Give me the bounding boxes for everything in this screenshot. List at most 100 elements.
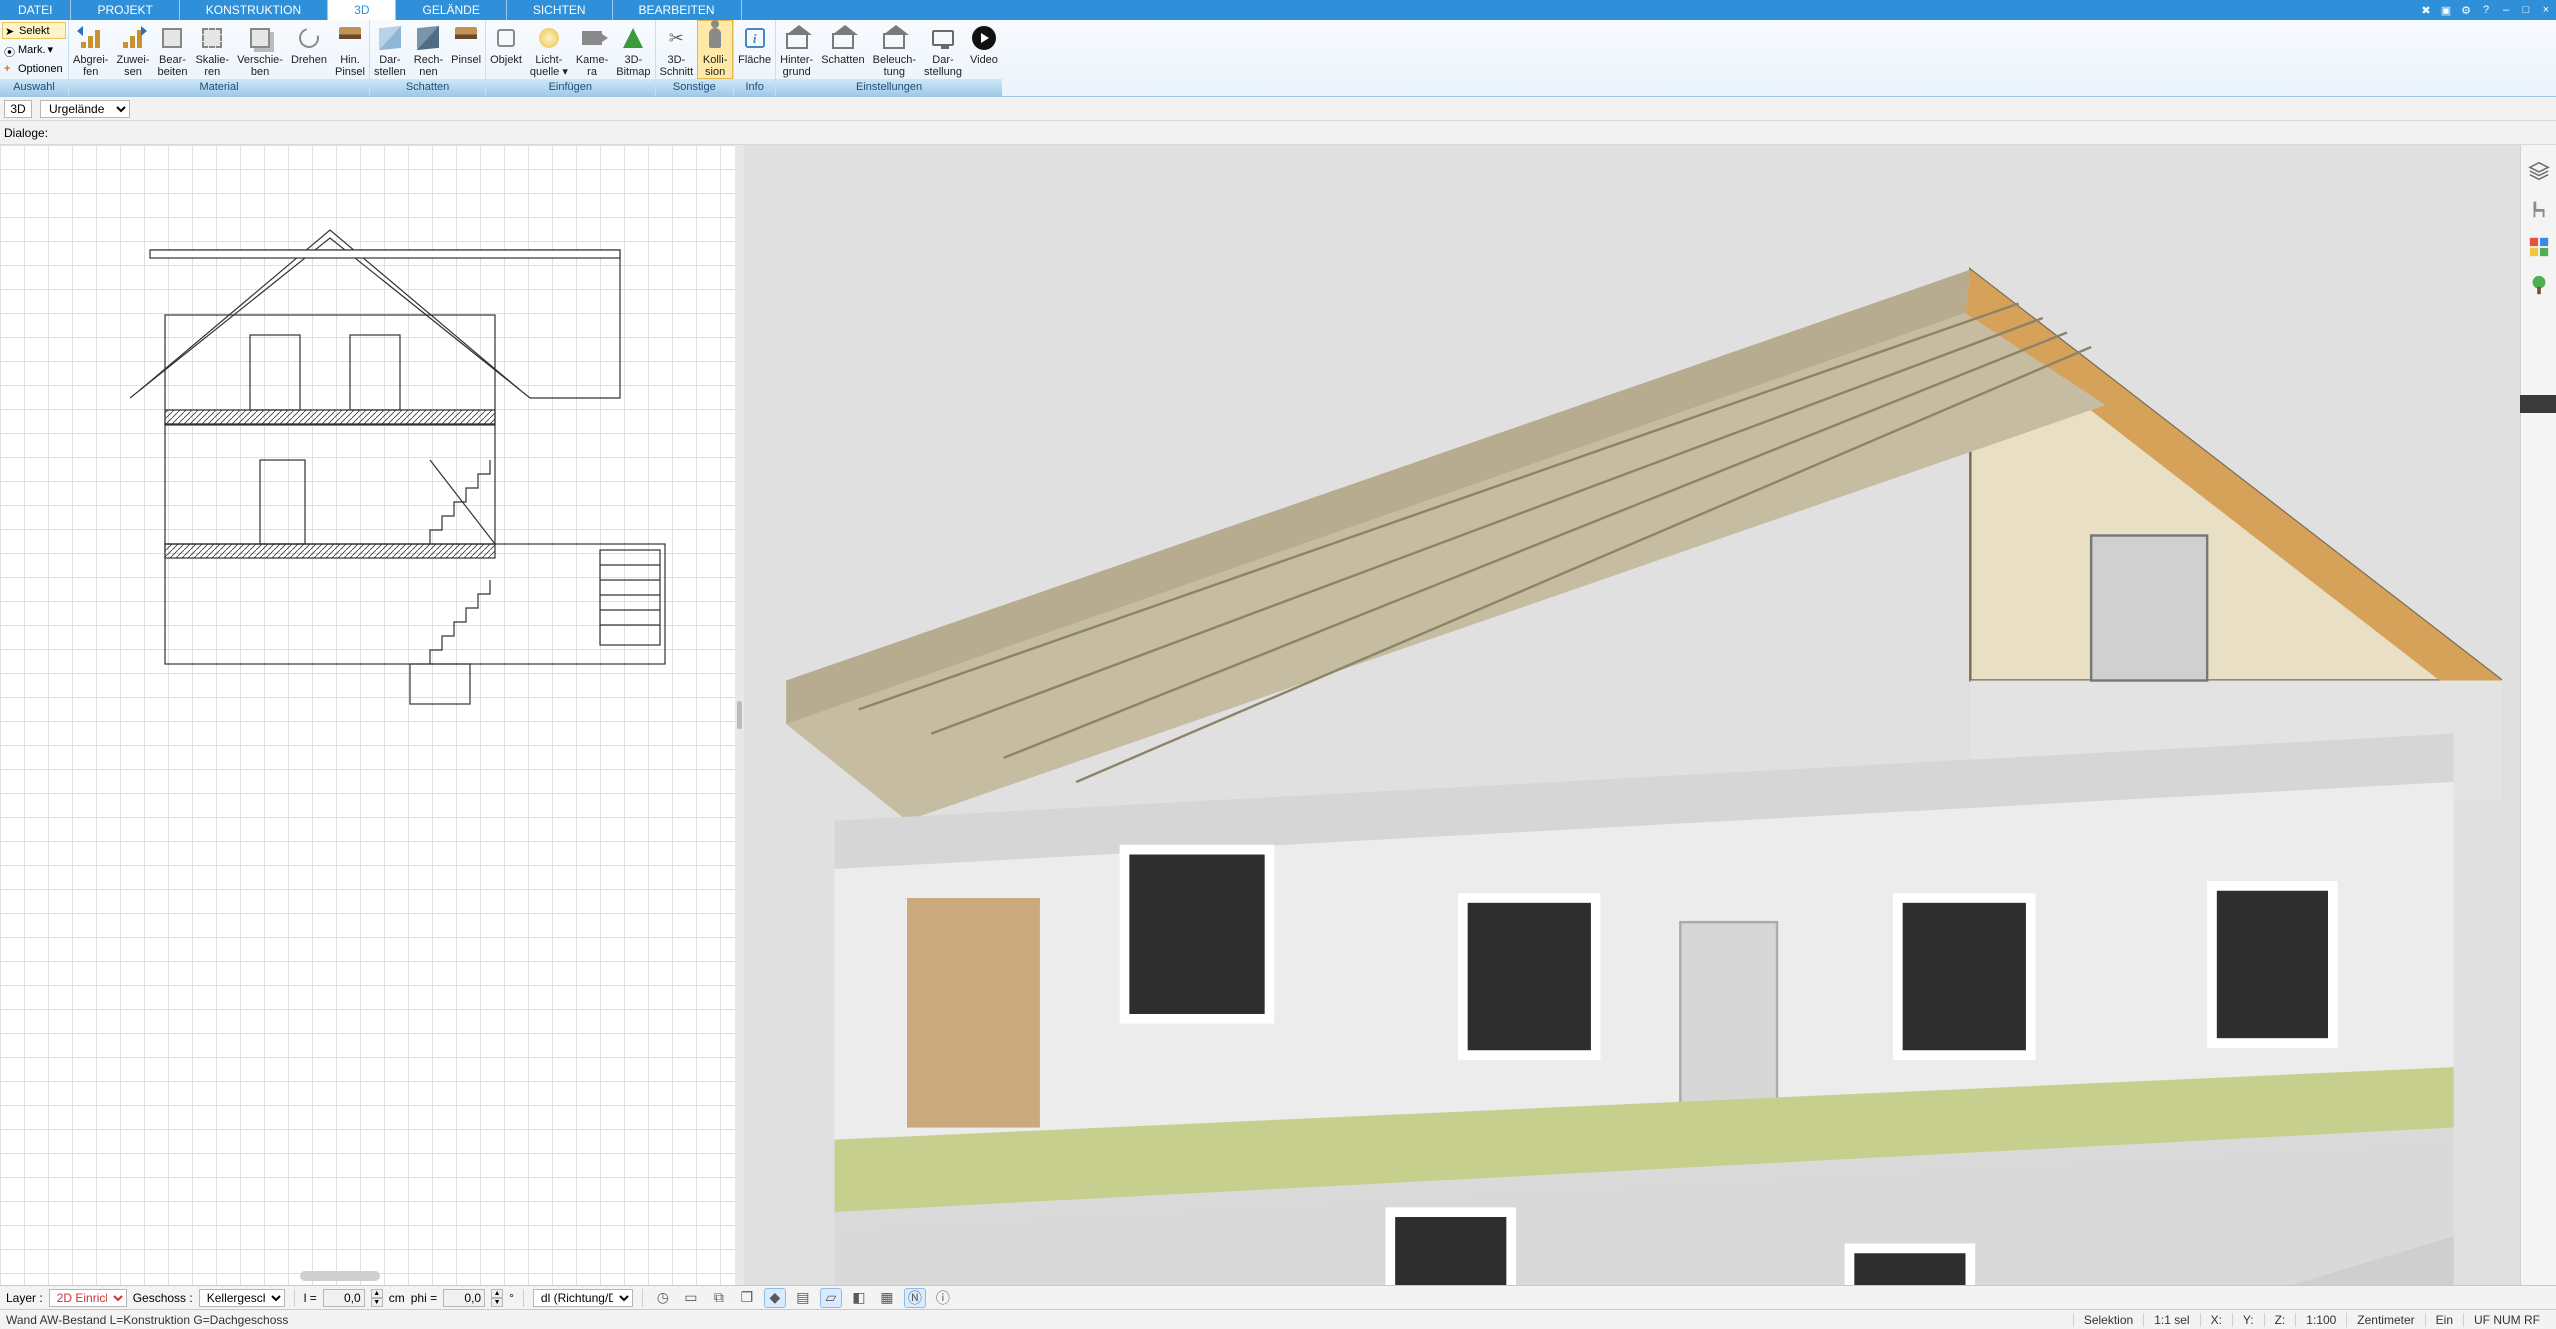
menu-tab-gelaende[interactable]: GELÄNDE	[396, 0, 506, 20]
menu-tab-3d[interactable]: 3D	[328, 0, 396, 20]
layers-icon[interactable]	[2527, 159, 2551, 183]
hinpinsel-button[interactable]: Hin. Pinsel	[331, 20, 369, 79]
bearbeiten-label: Bear- beiten	[157, 54, 187, 78]
hinpinsel-icon	[336, 24, 364, 52]
cursor-icon: ➤	[5, 25, 17, 37]
lichtquelle-button[interactable]: Licht- quelle ▾	[526, 20, 572, 79]
3d-view[interactable]	[744, 145, 2520, 1285]
toolbar-icon-3[interactable]: ⚙	[2456, 0, 2476, 20]
close-button[interactable]: ×	[2536, 0, 2556, 20]
hinpinsel-label: Hin. Pinsel	[335, 54, 365, 78]
ribbon-group-material: Material	[69, 79, 369, 96]
drehen-label: Drehen	[291, 54, 327, 66]
copy-icon[interactable]: ❐	[736, 1288, 758, 1308]
house-3d-render	[762, 173, 2502, 1285]
menu-tab-bearbeiten[interactable]: BEARBEITEN	[613, 0, 742, 20]
l-input[interactable]	[323, 1289, 365, 1307]
zuweisen-label: Zuwei- sen	[116, 54, 149, 78]
mark-label: Mark.	[18, 44, 46, 56]
group-icon[interactable]: ⧉	[708, 1288, 730, 1308]
plane-icon[interactable]: ▱	[820, 1288, 842, 1308]
hintergrund-button[interactable]: Hinter- grund	[776, 20, 817, 79]
stack-icon[interactable]: ▤	[792, 1288, 814, 1308]
2d-scrollbar[interactable]	[300, 1271, 380, 1281]
north-icon[interactable]: Ⓝ	[904, 1288, 926, 1308]
phi-spinner[interactable]: ▲▼	[491, 1289, 503, 1307]
menu-tab-konstruktion[interactable]: KONSTRUKTION	[180, 0, 328, 20]
beleuchtung-label: Beleuch- tung	[873, 54, 916, 78]
l-label: l =	[304, 1291, 317, 1305]
schatten-button[interactable]: Schatten	[817, 20, 868, 79]
ribbon-group-sonstige: Sonstige	[656, 79, 734, 96]
side-drawer-handle[interactable]	[2520, 395, 2556, 413]
beleuchtung-button[interactable]: Beleuch- tung	[869, 20, 920, 79]
bitmap3d-label: 3D- Bitmap	[616, 54, 650, 78]
bitmap3d-button[interactable]: 3D- Bitmap	[612, 20, 654, 79]
drehen-button[interactable]: Drehen	[287, 20, 331, 79]
maximize-button[interactable]: □	[2516, 0, 2536, 20]
kollision-button[interactable]: Kolli- sion	[697, 20, 733, 79]
geschoss-select[interactable]: Kellergesch	[199, 1289, 285, 1307]
mark-tool[interactable]: ⦿ Mark. ▾	[2, 41, 66, 58]
info-icon[interactable]: ⓘ	[932, 1288, 954, 1308]
flaeche-button[interactable]: iFläche	[734, 20, 775, 79]
dialoge-label: Dialoge:	[4, 126, 48, 140]
phi-input[interactable]	[443, 1289, 485, 1307]
schnitt3d-button[interactable]: ✂3D- Schnitt	[656, 20, 698, 79]
geschoss-label: Geschoss :	[133, 1291, 193, 1305]
bearbeiten-button[interactable]: Bear- beiten	[153, 20, 191, 79]
diamond-icon[interactable]: ◆	[764, 1288, 786, 1308]
video-button[interactable]: Video	[966, 20, 1002, 79]
skalieren-icon	[198, 24, 226, 52]
rechnen-button[interactable]: Rech- nen	[410, 20, 447, 79]
palette-icon[interactable]	[2527, 235, 2551, 259]
skalieren-button[interactable]: Skalie- ren	[191, 20, 233, 79]
dl-select[interactable]: dl (Richtung/Di	[533, 1289, 633, 1307]
darstellung-label: Dar- stellung	[924, 54, 962, 78]
rechnen-icon	[414, 24, 442, 52]
layer-select[interactable]: 2D Einricht	[49, 1289, 127, 1307]
menu-tab-datei[interactable]: DATEI	[0, 0, 71, 20]
grid-icon[interactable]: ▦	[876, 1288, 898, 1308]
zuweisen-button[interactable]: Zuwei- sen	[112, 20, 153, 79]
verschieben-icon	[246, 24, 274, 52]
cube-icon[interactable]: ◧	[848, 1288, 870, 1308]
menu-tab-sichten[interactable]: SICHTEN	[507, 0, 613, 20]
chair-icon[interactable]	[2527, 197, 2551, 221]
chevron-down-icon: ▾	[48, 43, 54, 56]
darstellung-button[interactable]: Dar- stellung	[920, 20, 966, 79]
help-icon[interactable]: ?	[2476, 0, 2496, 20]
ribbon-group-schatten: Schatten	[370, 79, 485, 96]
layer-label: Layer :	[6, 1291, 43, 1305]
toolbar-icon-2[interactable]: ▣	[2436, 0, 2456, 20]
kamera-button[interactable]: Kame- ra	[572, 20, 612, 79]
toolbar-icon-1[interactable]: ✖	[2416, 0, 2436, 20]
l-unit: cm	[389, 1291, 405, 1305]
darstellen-button[interactable]: Dar- stellen	[370, 20, 410, 79]
objekt-button[interactable]: Objekt	[486, 20, 526, 79]
menu-tab-projekt[interactable]: PROJEKT	[71, 0, 179, 20]
window-icon[interactable]: ▭	[680, 1288, 702, 1308]
status-unit: Zentimeter	[2346, 1313, 2424, 1327]
darstellen-icon	[376, 24, 404, 52]
pinsel-button[interactable]: Pinsel	[447, 20, 485, 79]
phi-label: phi =	[411, 1291, 437, 1305]
flaeche-label: Fläche	[738, 54, 771, 66]
clock-icon[interactable]: ◷	[652, 1288, 674, 1308]
tree-icon[interactable]	[2527, 273, 2551, 297]
select-tool[interactable]: ➤ Selekt	[2, 22, 66, 39]
2d-section-view[interactable]	[0, 145, 735, 1285]
verschieben-button[interactable]: Verschie- ben	[233, 20, 287, 79]
view-splitter[interactable]	[735, 145, 744, 1285]
minimize-button[interactable]: –	[2496, 0, 2516, 20]
options-tool[interactable]: + Optionen	[2, 60, 66, 77]
ribbon-group-einfuegen: Einfügen	[486, 79, 654, 96]
beleuchtung-icon	[880, 24, 908, 52]
terrain-select[interactable]: Urgelände	[40, 100, 130, 118]
lichtquelle-icon	[535, 24, 563, 52]
lichtquelle-label: Licht- quelle ▾	[530, 54, 568, 78]
mode-3d-label[interactable]: 3D	[4, 100, 32, 118]
plus-icon: +	[4, 63, 16, 75]
l-spinner[interactable]: ▲▼	[371, 1289, 383, 1307]
abgreifen-button[interactable]: Abgrei- fen	[69, 20, 112, 79]
